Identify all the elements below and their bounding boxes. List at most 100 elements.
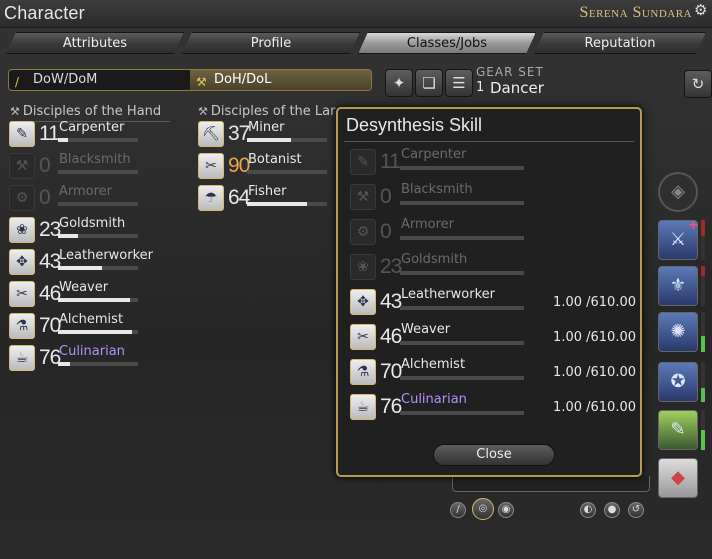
soul-crystal-icon[interactable]: ◈	[658, 172, 698, 212]
job-level: 37	[228, 122, 250, 145]
gear-slot-crystal-icon[interactable]: ◆	[658, 458, 698, 498]
job-level: 64	[228, 186, 250, 209]
desynthesis-row: ✥ 43 Leatherworker 1.00 /610.00	[350, 287, 636, 317]
hand-job-row[interactable]: ⚗ 70 Alchemist	[9, 312, 179, 342]
refresh-icon[interactable]: ↻	[684, 70, 712, 98]
dialog-divider	[344, 141, 634, 142]
job-exp-bar	[58, 362, 138, 366]
rotate-icon[interactable]: ↺	[628, 502, 644, 518]
character-preview-frame	[452, 476, 650, 492]
weapon-toggle-icon[interactable]: /	[450, 502, 466, 518]
hand-job-row[interactable]: ❀ 23 Goldsmith	[9, 216, 179, 246]
dye-icon[interactable]: ◐	[580, 502, 596, 518]
tab-reputation[interactable]: Reputation	[534, 32, 706, 54]
job-level: 70	[380, 360, 402, 383]
tab-classes-jobs[interactable]: Classes/Jobs	[358, 32, 536, 54]
job-name: Carpenter	[401, 147, 467, 162]
job-icon: ✎	[9, 121, 35, 147]
hand-job-row[interactable]: ✂ 46 Weaver	[9, 280, 179, 310]
job-exp-bar	[247, 202, 327, 206]
job-level: 76	[39, 346, 61, 369]
section-land-header: ⚒ Disciples of the Lar	[198, 104, 338, 119]
gear-set-job: Dancer	[490, 79, 544, 97]
character-window: Character Serena Sundara ⚙ Attributes Pr…	[0, 0, 712, 559]
category-dow-dom-label: DoW/DoM	[33, 72, 98, 87]
skill-bar	[400, 306, 524, 310]
skill-bar	[400, 411, 524, 415]
close-button[interactable]: Close	[433, 444, 555, 466]
gear-set-label: GEAR SET	[476, 65, 544, 79]
hand-section-icon: ⚒	[10, 105, 20, 118]
slot-bar-2	[701, 266, 705, 306]
job-icon: ☂	[198, 185, 224, 211]
hand-job-row[interactable]: ⚙ 0 Armorer	[9, 184, 179, 214]
job-name: Armorer	[401, 217, 455, 232]
job-name: Botanist	[248, 152, 302, 167]
job-name: Alchemist	[401, 357, 466, 372]
job-level: 0	[39, 186, 51, 209]
job-level: 0	[380, 220, 392, 243]
job-level: 76	[380, 395, 402, 418]
desynthesis-row: ⚒ 0 Blacksmith	[350, 182, 636, 212]
category-dow-dom[interactable]: / DoW/DoM	[9, 70, 190, 90]
title-bar[interactable]: Character Serena Sundara ⚙	[0, 0, 712, 28]
upgrade-plus-icon: +	[688, 218, 699, 233]
skill-bar	[400, 376, 524, 380]
section-hand-header: ⚒ Disciples of the Hand	[10, 104, 170, 122]
gear-slot-earring-icon[interactable]: ✪	[658, 362, 698, 402]
gear-slot-ring-icon[interactable]: ⚜	[658, 266, 698, 306]
character-pose-icon[interactable]: ✦	[385, 69, 413, 97]
gear-set-number: 1	[476, 80, 485, 95]
job-name: Armorer	[59, 184, 113, 199]
job-level: 0	[39, 154, 51, 177]
scroll-icon[interactable]: ☰	[445, 69, 473, 97]
job-name: Miner	[248, 120, 285, 135]
job-level: 0	[380, 185, 392, 208]
job-icon: ✎	[350, 149, 376, 175]
job-exp-bar	[247, 138, 327, 142]
job-icon: ✂	[9, 281, 35, 307]
gear-slot-bracelet-icon[interactable]: ✺	[658, 312, 698, 352]
settings-gear-icon[interactable]: ⚙	[694, 1, 712, 19]
job-name: Blacksmith	[401, 182, 473, 197]
slot-bar-3	[701, 312, 705, 352]
desynthesis-row: ✂ 46 Weaver 1.00 /610.00	[350, 322, 636, 352]
job-exp-bar	[58, 170, 138, 174]
skill-bar	[400, 271, 524, 275]
gear-slot-tool-icon[interactable]: ✎	[658, 410, 698, 450]
desynthesis-row: ☕ 76 Culinarian 1.00 /610.00	[350, 392, 636, 422]
job-exp-bar	[58, 298, 138, 302]
desynthesis-row: ✎ 11 Carpenter	[350, 147, 636, 177]
tab-attributes[interactable]: Attributes	[6, 32, 184, 54]
eye-icon[interactable]: ●	[604, 502, 620, 518]
job-icon: ✂	[350, 324, 376, 350]
job-level: 70	[39, 314, 61, 337]
category-doh-dol[interactable]: ⚒ DoH/DoL	[190, 70, 371, 90]
job-exp-bar	[58, 234, 138, 238]
section-hand-title: Disciples of the Hand	[22, 104, 162, 119]
slot-bar-4	[701, 362, 705, 402]
slot-bar-5	[701, 410, 705, 450]
job-icon: ✂	[198, 153, 224, 179]
job-icon: ✥	[350, 289, 376, 315]
headgear-toggle-icon[interactable]: ◎	[472, 498, 494, 520]
skill-bar	[400, 201, 524, 205]
hand-job-row[interactable]: ✎ 11 Carpenter	[9, 120, 179, 150]
job-exp-bar	[58, 138, 138, 142]
job-icon: ⚒	[9, 153, 35, 179]
visor-toggle-icon[interactable]: ◉	[498, 502, 514, 518]
hand-job-row[interactable]: ✥ 43 Leatherworker	[9, 248, 179, 278]
job-level: 23	[380, 255, 402, 278]
cards-icon[interactable]: ❏	[415, 69, 443, 97]
job-name: Carpenter	[59, 120, 125, 135]
job-icon: ⚒	[350, 184, 376, 210]
job-exp-bar	[58, 330, 138, 334]
skill-bar	[400, 166, 524, 170]
hand-job-row[interactable]: ⚒ 0 Blacksmith	[9, 152, 179, 182]
job-level: 90	[228, 154, 250, 177]
hand-job-row[interactable]: ☕ 76 Culinarian	[9, 344, 179, 374]
desynthesis-row: ⚙ 0 Armorer	[350, 217, 636, 247]
job-name: Blacksmith	[59, 152, 131, 167]
tab-profile[interactable]: Profile	[182, 32, 360, 54]
job-level: 23	[39, 218, 61, 241]
